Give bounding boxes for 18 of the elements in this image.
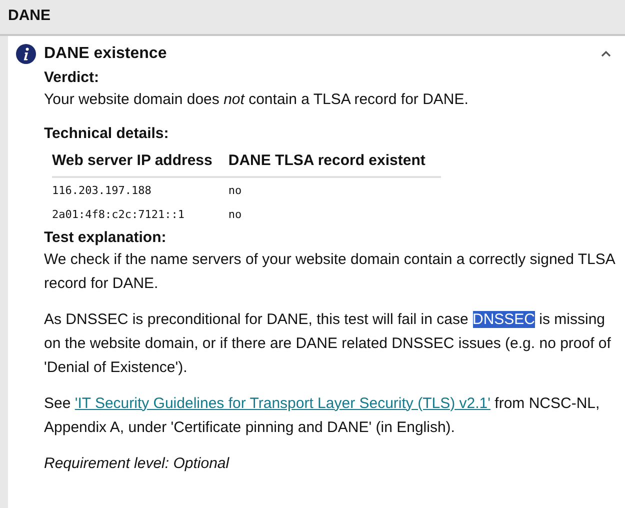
explanation-paragraph: See 'IT Security Guidelines for Transport Layer Security (TLS) v2.1' from NCSC-NL, Appendix A, under 'Certificate pinning and DANE' (in English). — [44, 394, 601, 438]
column-header: Web server IP address — [52, 148, 228, 176]
requirement-level: Requirement level: Optional — [44, 454, 230, 474]
table-cell-text: 2a01:4f8:c2c:7121::1 — [52, 206, 186, 222]
explanation-paragraph: We check if the name servers of your website domain contain a correctly signed TLSA record for DANE. — [44, 250, 616, 294]
verdict-text: Your website domain does not contain a TLSA record for DANE. — [44, 90, 470, 110]
guidelines-link[interactable]: 'IT Security Guidelines for Transport Layer Security (TLS) v2.1' — [74, 394, 490, 412]
table-cell: no — [228, 176, 442, 202]
column-header: DANE TLSA record existent — [228, 148, 442, 176]
details-label: Technical details: — [44, 124, 170, 144]
verdict-label: Verdict: — [44, 68, 100, 88]
table-cell-text: no — [228, 206, 243, 222]
test-title[interactable]: DANE existence — [44, 42, 593, 66]
explanation-paragraph: As DNSSEC is preconditional for DANE, this test will fail in case DNSSEC is missing on the website domain, or if there are DANE related DNSSEC issues (e.g. no proof of 'Denial of Existence'). — [44, 310, 612, 378]
table-cell: 116.203.197.188 — [52, 176, 228, 202]
chevron-icon[interactable] — [601, 50, 611, 57]
explanation-label: Test explanation: — [44, 228, 168, 248]
info-icon — [16, 44, 36, 64]
